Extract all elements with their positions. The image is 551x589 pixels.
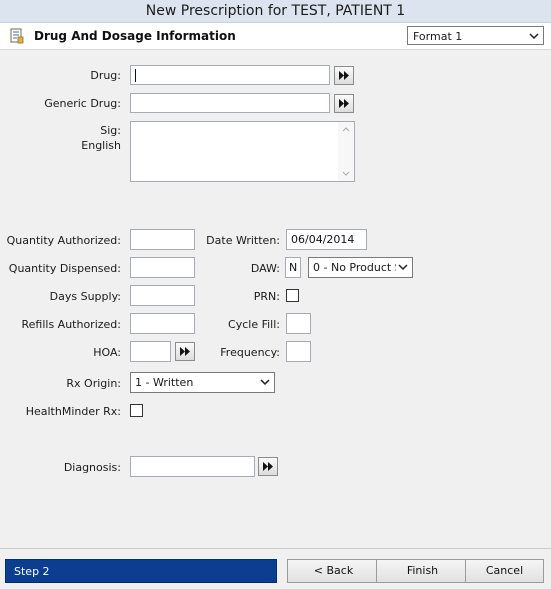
sig-language-label: English <box>81 139 121 152</box>
drug-input[interactable] <box>130 65 330 85</box>
prn-checkbox[interactable] <box>286 289 299 302</box>
quantity-dispensed-label: Quantity Dispensed: <box>8 262 121 275</box>
finish-button[interactable]: Finish <box>376 559 469 583</box>
diagnosis-lookup-button[interactable] <box>258 457 278 476</box>
generic-drug-lookup-button[interactable] <box>334 94 354 113</box>
refills-authorized-label: Refills Authorized: <box>21 318 121 331</box>
rx-origin-value: 1 - Written <box>135 376 194 389</box>
daw-code-value: N <box>289 261 298 274</box>
daw-label: DAW: <box>250 262 280 275</box>
date-written-label: Date Written: <box>206 234 280 247</box>
generic-drug-label: Generic Drug: <box>44 97 121 110</box>
section-title: Drug And Dosage Information <box>34 29 236 43</box>
healthminder-label: HealthMinder Rx: <box>25 405 121 418</box>
prescription-document-icon <box>10 28 24 44</box>
diagnosis-input[interactable] <box>130 456 255 477</box>
format-select-value: Format 1 <box>413 30 463 43</box>
diagnosis-label: Diagnosis: <box>63 461 121 474</box>
quantity-authorized-input[interactable] <box>130 229 195 250</box>
date-written-input[interactable]: 06/04/2014 <box>286 229 367 250</box>
refills-authorized-input[interactable] <box>130 313 195 334</box>
scroll-down-icon[interactable] <box>342 171 350 176</box>
back-button[interactable]: < Back <box>287 559 380 583</box>
rx-origin-select[interactable]: 1 - Written <box>130 372 275 393</box>
fast-forward-icon <box>263 462 273 471</box>
step-indicator: Step 2 <box>5 559 277 583</box>
cycle-fill-label: Cycle Fill: <box>228 318 280 331</box>
frequency-input[interactable] <box>286 341 311 362</box>
prn-label: PRN: <box>253 290 280 303</box>
fast-forward-icon <box>339 71 349 80</box>
section-header: Drug And Dosage Information Format 1 <box>0 23 551 50</box>
chevron-down-icon <box>529 33 539 40</box>
sig-textarea[interactable] <box>130 121 355 182</box>
daw-code-input[interactable]: N <box>285 257 301 278</box>
drug-label: Drug: <box>90 69 121 82</box>
format-select[interactable]: Format 1 <box>407 26 544 45</box>
window-title: New Prescription for TEST, PATIENT 1 <box>0 0 551 23</box>
daw-select[interactable]: 0 - No Product Se <box>308 257 413 278</box>
hoa-input[interactable] <box>130 341 171 362</box>
days-supply-input[interactable] <box>130 285 195 306</box>
days-supply-label: Days Supply: <box>49 290 121 303</box>
scroll-up-icon[interactable] <box>342 127 350 132</box>
date-written-value: 06/04/2014 <box>291 233 355 246</box>
step-label: Step 2 <box>14 565 50 578</box>
daw-select-value: 0 - No Product Se <box>313 261 409 274</box>
rx-origin-label: Rx Origin: <box>66 377 121 390</box>
frequency-label: Frequency: <box>220 346 280 359</box>
chevron-down-icon <box>398 264 408 271</box>
fast-forward-icon <box>180 347 190 356</box>
quantity-dispensed-input[interactable] <box>130 257 195 278</box>
sig-scrollbar[interactable] <box>338 122 354 181</box>
drug-lookup-button[interactable] <box>334 66 354 85</box>
sig-label: Sig: <box>100 124 121 137</box>
chevron-down-icon <box>260 379 270 386</box>
hoa-lookup-button[interactable] <box>175 342 195 361</box>
quantity-authorized-label: Quantity Authorized: <box>6 234 121 247</box>
fast-forward-icon <box>339 99 349 108</box>
hoa-label: HOA: <box>93 346 121 359</box>
cancel-button[interactable]: Cancel <box>465 559 544 583</box>
footer-divider <box>0 548 551 549</box>
healthminder-checkbox[interactable] <box>130 404 143 417</box>
generic-drug-input[interactable] <box>130 93 330 113</box>
text-cursor <box>135 69 136 82</box>
cycle-fill-input[interactable] <box>286 313 311 334</box>
